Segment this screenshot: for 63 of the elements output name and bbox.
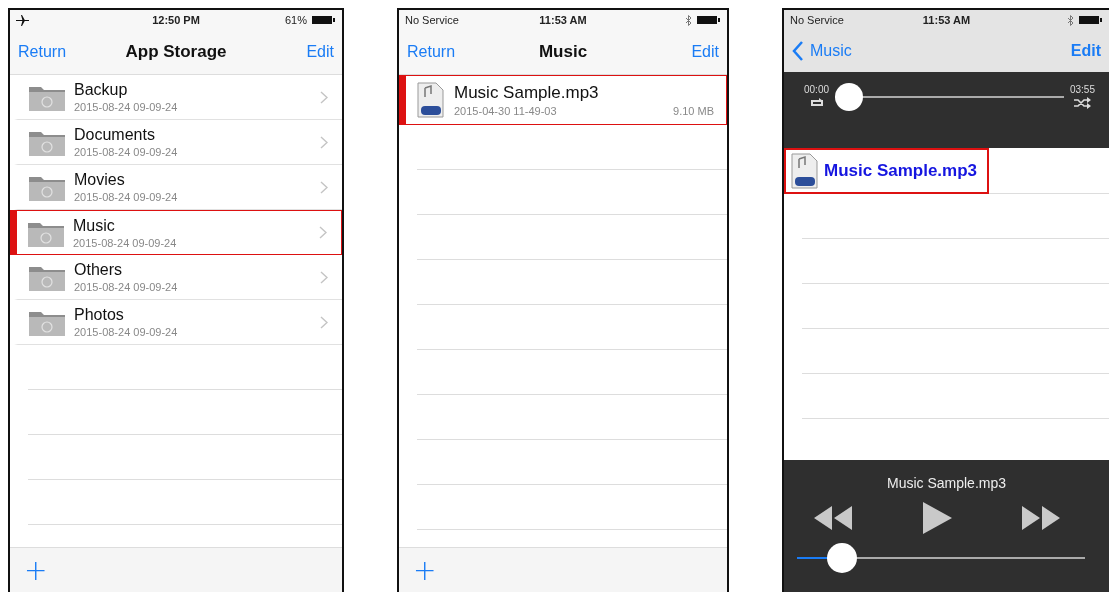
file-date: 2015-04-30 11-49-03 [454,105,557,117]
track-item[interactable]: Music Sample.mp3 [784,148,990,194]
chevron-icon [320,315,328,329]
folder-row[interactable]: Movies 2015-08-24 09-09-24 [14,165,342,210]
folder-name: Others [74,261,123,279]
now-playing-title: Music Sample.mp3 [886,475,1006,491]
nav-title: Music [538,42,588,62]
volume-slider[interactable] [796,543,1085,573]
volume-thumb[interactable] [827,543,858,573]
chevron-icon [319,226,327,239]
folder-date: 2015-08-24 09-09-24 [74,191,179,203]
nav-title: App Storage [125,42,227,62]
status-time: 11:53 AM [922,14,971,26]
carrier-text: No Service [405,14,459,26]
folder-name: Documents [74,126,156,144]
battery-percent: 61% [284,14,307,26]
add-button[interactable]: + [24,553,48,587]
bluetooth-icon [685,14,692,26]
file-row[interactable]: Music Sample.mp3 2015-04-30 11-49-03 9.10 MB [399,75,727,125]
audio-file-icon [416,82,446,118]
folder-name: Backup [74,81,129,99]
battery-icon [312,15,336,25]
folder-date: 2015-08-24 09-09-24 [74,281,179,293]
folder-date: 2015-08-24 09-09-24 [73,236,178,249]
file-name: Music Sample.mp3 [454,83,600,103]
file-size: 9.10 MB [673,105,714,117]
chevron-icon [320,90,328,104]
folder-name: Music [73,216,116,235]
battery-icon [697,15,721,25]
carrier-text: No Service [790,14,844,26]
back-link[interactable]: Return [18,43,126,61]
total-time: 03:55 [1069,84,1095,95]
folder-row[interactable]: Music 2015-08-24 09-09-24 [10,210,342,255]
edit-link[interactable]: Edit [691,43,719,61]
battery-icon [1079,15,1103,25]
folder-date: 2015-08-24 09-09-24 [74,101,179,113]
chevron-icon [320,180,328,194]
back-chevron-icon [792,41,804,61]
folder-row[interactable]: Others 2015-08-24 09-09-24 [14,255,342,300]
folder-row[interactable]: Backup 2015-08-24 09-09-24 [14,75,342,120]
repeat-icon [808,97,825,109]
folder-name: Movies [74,171,126,189]
folder-row[interactable]: Documents 2015-08-24 09-09-24 [14,120,342,165]
folder-date: 2015-08-24 09-09-24 [74,326,179,338]
back-link[interactable]: Return [407,43,539,61]
bluetooth-icon [1067,14,1074,26]
track-name: Music Sample.mp3 [824,160,978,181]
folder-row[interactable]: Photos 2015-08-24 09-09-24 [14,300,342,345]
elapsed-time: 00:00 [804,84,830,95]
folder-name: Photos [74,306,125,324]
play-icon[interactable] [920,501,953,535]
audio-file-icon [790,152,820,189]
seek-thumb[interactable] [835,83,864,111]
edit-link[interactable]: Edit [306,43,334,61]
chevron-icon [320,135,328,149]
status-time: 11:53 AM [539,14,587,26]
add-button[interactable]: + [413,553,437,587]
shuffle-icon [1073,97,1092,109]
fast-forward-icon[interactable] [1019,504,1062,532]
status-time: 12:50 PM [152,14,200,26]
seek-bar[interactable] [835,83,1064,111]
chevron-icon [320,270,328,284]
folder-date: 2015-08-24 09-09-24 [74,146,179,158]
